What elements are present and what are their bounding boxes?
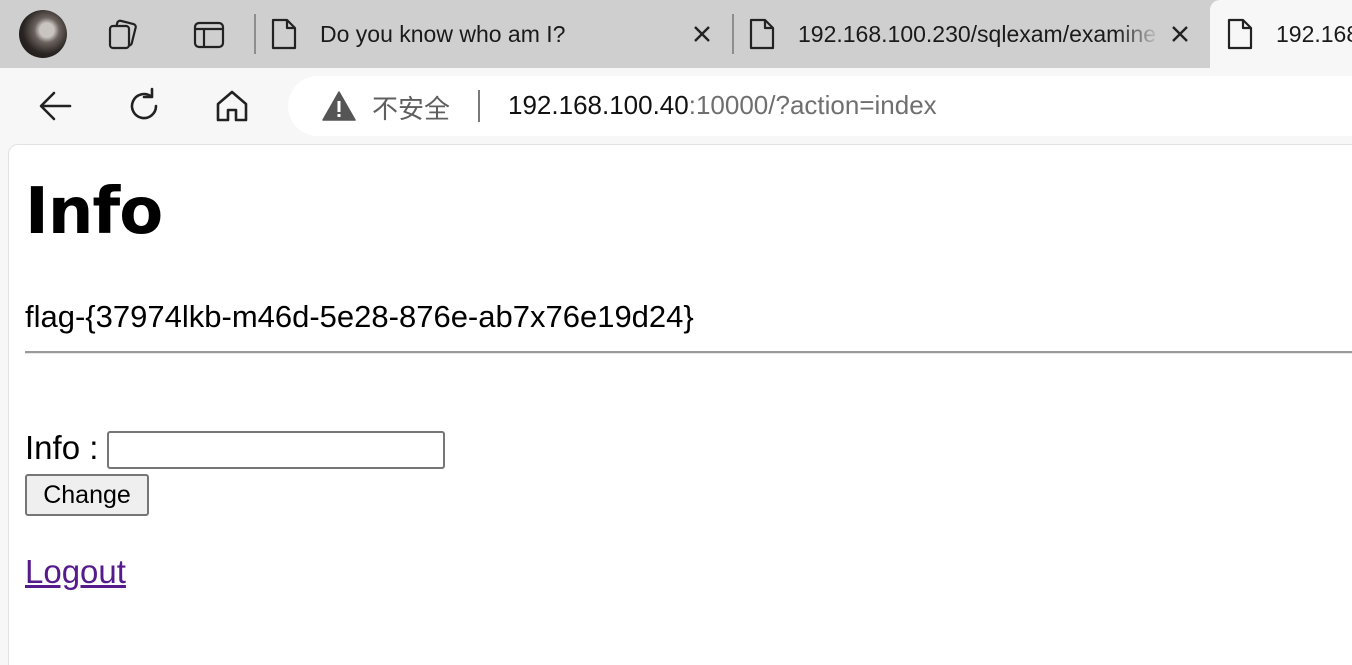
- close-tab-icon[interactable]: [1168, 22, 1192, 46]
- browser-toolbar: 不安全 192.168.100.40:10000/?action=index: [0, 68, 1352, 144]
- security-label[interactable]: 不安全: [372, 89, 450, 126]
- tab-title: Do you know who am I?: [320, 21, 566, 47]
- info-input[interactable]: [107, 431, 445, 469]
- page-title: Info: [25, 175, 163, 249]
- page-icon: [1227, 18, 1253, 50]
- workspaces-icon[interactable]: [106, 18, 140, 52]
- tab-title: 192.168.100.230/sqlexam/examine: [798, 21, 1157, 47]
- warning-icon[interactable]: [322, 90, 356, 122]
- page-icon: [749, 18, 775, 50]
- flag-text: flag-{37974lkb-m46d-5e28-876e-ab7x76e19d…: [25, 299, 694, 334]
- url-path: :10000/?action=index: [688, 90, 937, 120]
- divider: [25, 351, 1352, 354]
- vertical-tabs-icon[interactable]: [192, 18, 226, 52]
- back-icon[interactable]: [36, 86, 76, 126]
- tab-strip: Do you know who am I? 192.168.100.230/sq…: [0, 0, 1352, 68]
- tab-active-info[interactable]: 192.168.100.40:10000/?action=index: [1210, 0, 1352, 68]
- logout-link[interactable]: Logout: [25, 553, 126, 591]
- profile-avatar[interactable]: [19, 10, 67, 58]
- tab-sqlexam[interactable]: 192.168.100.230/sqlexam/examine: [734, 0, 1208, 68]
- address-bar[interactable]: 不安全 192.168.100.40:10000/?action=index: [288, 76, 1352, 136]
- page-viewport: Info flag-{37974lkb-m46d-5e28-876e-ab7x7…: [8, 144, 1352, 665]
- close-tab-icon[interactable]: [690, 22, 714, 46]
- refresh-icon[interactable]: [124, 86, 164, 126]
- info-label: Info :: [25, 429, 99, 466]
- page-icon: [271, 18, 297, 50]
- change-button[interactable]: Change: [25, 474, 149, 516]
- tab-title: 192.168.100.40:10000/?action=index: [1276, 21, 1352, 47]
- address-divider: [478, 90, 480, 122]
- tab-who-am-i[interactable]: Do you know who am I?: [256, 0, 730, 68]
- url-host: 192.168.100.40: [508, 90, 689, 120]
- url-text[interactable]: 192.168.100.40:10000/?action=index: [508, 90, 937, 121]
- home-icon[interactable]: [212, 86, 252, 126]
